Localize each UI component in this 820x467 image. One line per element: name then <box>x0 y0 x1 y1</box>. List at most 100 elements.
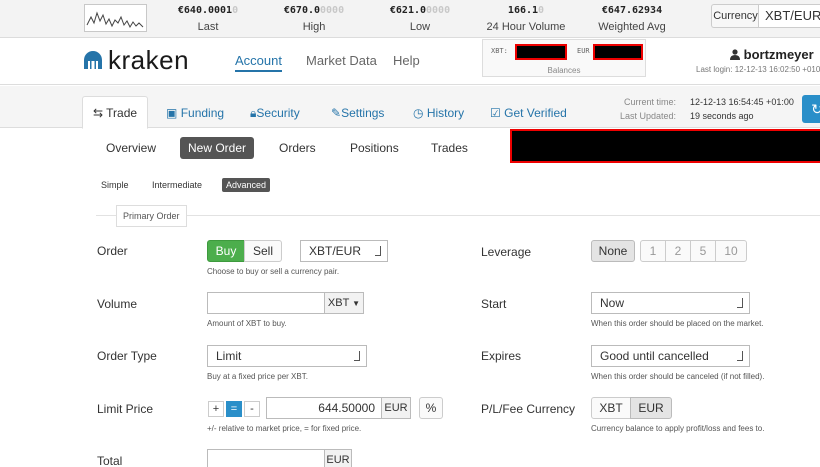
caret-down-icon: ▼ <box>352 299 361 308</box>
expires-select[interactable]: Good until cancelled <box>591 345 750 367</box>
username: bortzmeyer <box>743 47 814 62</box>
current-time-label: Current time: <box>623 97 676 107</box>
volume-unit-value: XBT <box>327 297 350 309</box>
percent-button[interactable]: % <box>419 397 443 419</box>
kraken-logo[interactable]: kraken <box>82 45 189 75</box>
ticker-low: €621.00000 Low <box>389 5 451 33</box>
price-minus-button[interactable]: - <box>244 401 260 417</box>
current-time-value: 12-12-13 16:54:45 +01:00 <box>690 97 794 107</box>
fee-currency-help: Currency balance to apply profit/loss an… <box>591 424 765 433</box>
ticker-last: €640.00010 Last <box>177 5 239 33</box>
expires-help: When this order should be canceled (if n… <box>591 372 765 381</box>
ticker-high: €670.00000 High <box>283 5 345 33</box>
volume-label: Volume <box>97 297 138 311</box>
currency-select[interactable]: XBT/EUR <box>758 4 820 28</box>
user-icon <box>730 49 740 60</box>
total-label: Total <box>97 454 123 467</box>
order-label: Order <box>97 244 128 258</box>
nav-account[interactable]: Account <box>235 53 282 72</box>
currency-label: Currency <box>711 4 759 28</box>
last-updated-value: 19 seconds ago <box>690 111 754 121</box>
limit-price-input[interactable]: 644.50000 <box>266 397 382 419</box>
last-login: Last login: 12-12-13 16:02:50 +010 <box>696 65 820 74</box>
order-type-value: Limit <box>216 349 242 363</box>
start-help: When this order should be placed on the … <box>591 319 764 328</box>
ticker-volume: 166.10 24 Hour Volume <box>486 5 566 33</box>
subnav-overview[interactable]: Overview <box>98 137 164 159</box>
tab-history[interactable]: ◷ History <box>413 100 464 128</box>
balances-caption: Balances <box>547 66 581 75</box>
chevron-down-icon <box>737 351 743 361</box>
currency-pair-value: XBT/EUR <box>309 244 362 258</box>
kraken-logo-icon <box>84 51 102 69</box>
leverage-1-button[interactable]: 1 <box>640 240 666 262</box>
last-updated-label: Last Updated: <box>619 111 676 121</box>
subnav-new-order[interactable]: New Order <box>180 137 255 159</box>
volume-input[interactable] <box>207 292 325 314</box>
price-equals-button[interactable]: = <box>226 401 242 417</box>
xbt-balance-label: XBT: <box>491 47 508 55</box>
buy-button[interactable]: Buy <box>207 240 245 262</box>
tab-security[interactable]: 🔒︎Security <box>250 100 300 128</box>
price-sparkline[interactable] <box>84 4 147 32</box>
tab-settings[interactable]: ✎Settings <box>331 100 384 128</box>
currency-pair-select[interactable]: XBT/EUR <box>300 240 388 262</box>
total-input[interactable] <box>207 449 325 467</box>
expires-value: Good until cancelled <box>600 349 709 363</box>
fee-currency-xbt-button[interactable]: XBT <box>591 397 631 419</box>
order-type-label: Order Type <box>97 349 157 363</box>
tab-get-verified[interactable]: ☑ Get Verified <box>490 100 567 128</box>
mode-simple[interactable]: Simple <box>97 178 133 192</box>
ticker-bar: €640.00010 Last €670.00000 High €621.000… <box>0 0 820 38</box>
order-help: Choose to buy or sell a currency pair. <box>207 267 340 276</box>
clock-icon: ◷ <box>413 106 424 120</box>
mode-advanced[interactable]: Advanced <box>222 178 271 192</box>
eur-balance-redacted <box>593 44 643 60</box>
nav-help[interactable]: Help <box>393 53 420 68</box>
balances-panel: XBT: EUR Balances <box>482 39 646 77</box>
order-type-select[interactable]: Limit <box>207 345 367 367</box>
start-label: Start <box>481 297 507 311</box>
limit-price-label: Limit Price <box>97 402 154 416</box>
leverage-10-button[interactable]: 10 <box>715 240 747 262</box>
main-header: kraken Account Market Data Help XBT: EUR… <box>0 39 820 85</box>
money-icon: ▣ <box>166 106 178 120</box>
chevron-down-icon <box>375 246 381 256</box>
subnav-trades[interactable]: Trades <box>423 137 476 159</box>
fee-currency-label: P/L/Fee Currency <box>481 402 576 416</box>
subnav-orders[interactable]: Orders <box>271 137 324 159</box>
chevron-down-icon <box>737 298 743 308</box>
redacted-panel <box>510 129 820 163</box>
logo-wordmark: kraken <box>108 45 190 75</box>
subnav-positions[interactable]: Positions <box>342 137 407 159</box>
swap-icon: ⇆ <box>92 106 104 120</box>
leverage-label: Leverage <box>481 245 532 259</box>
refresh-button[interactable]: ↻ <box>802 95 820 123</box>
leverage-none-button[interactable]: None <box>591 240 635 262</box>
volume-unit-dropdown[interactable]: XBT ▼ <box>324 292 364 314</box>
eur-balance-label: EUR <box>577 47 590 55</box>
user-menu[interactable]: bortzmeyer <box>730 47 814 62</box>
check-icon: ☑ <box>490 106 501 120</box>
leverage-2-button[interactable]: 2 <box>665 240 691 262</box>
start-value: Now <box>600 296 625 310</box>
tab-trade[interactable]: ⇆ Trade <box>82 96 148 129</box>
nav-market-data[interactable]: Market Data <box>306 53 377 68</box>
total-unit: EUR <box>324 449 352 467</box>
volume-help: Amount of XBT to buy. <box>207 319 287 328</box>
leverage-5-button[interactable]: 5 <box>690 240 716 262</box>
fee-currency-eur-button[interactable]: EUR <box>630 397 672 419</box>
sell-button[interactable]: Sell <box>244 240 282 262</box>
expires-label: Expires <box>481 349 522 363</box>
ticker-weighted-avg: €647.62934 Weighted Avg <box>598 5 666 33</box>
mode-intermediate[interactable]: Intermediate <box>148 178 206 192</box>
xbt-balance-redacted <box>515 44 567 60</box>
start-select[interactable]: Now <box>591 292 750 314</box>
section-divider <box>96 215 820 216</box>
price-plus-button[interactable]: + <box>208 401 224 417</box>
tab-funding[interactable]: ▣ Funding <box>166 100 224 128</box>
limit-price-unit: EUR <box>381 397 411 419</box>
order-type-help: Buy at a fixed price per XBT. <box>207 372 308 381</box>
limit-price-help: +/- relative to market price, = for fixe… <box>207 424 362 433</box>
wrench-icon: ✎ <box>331 106 342 120</box>
